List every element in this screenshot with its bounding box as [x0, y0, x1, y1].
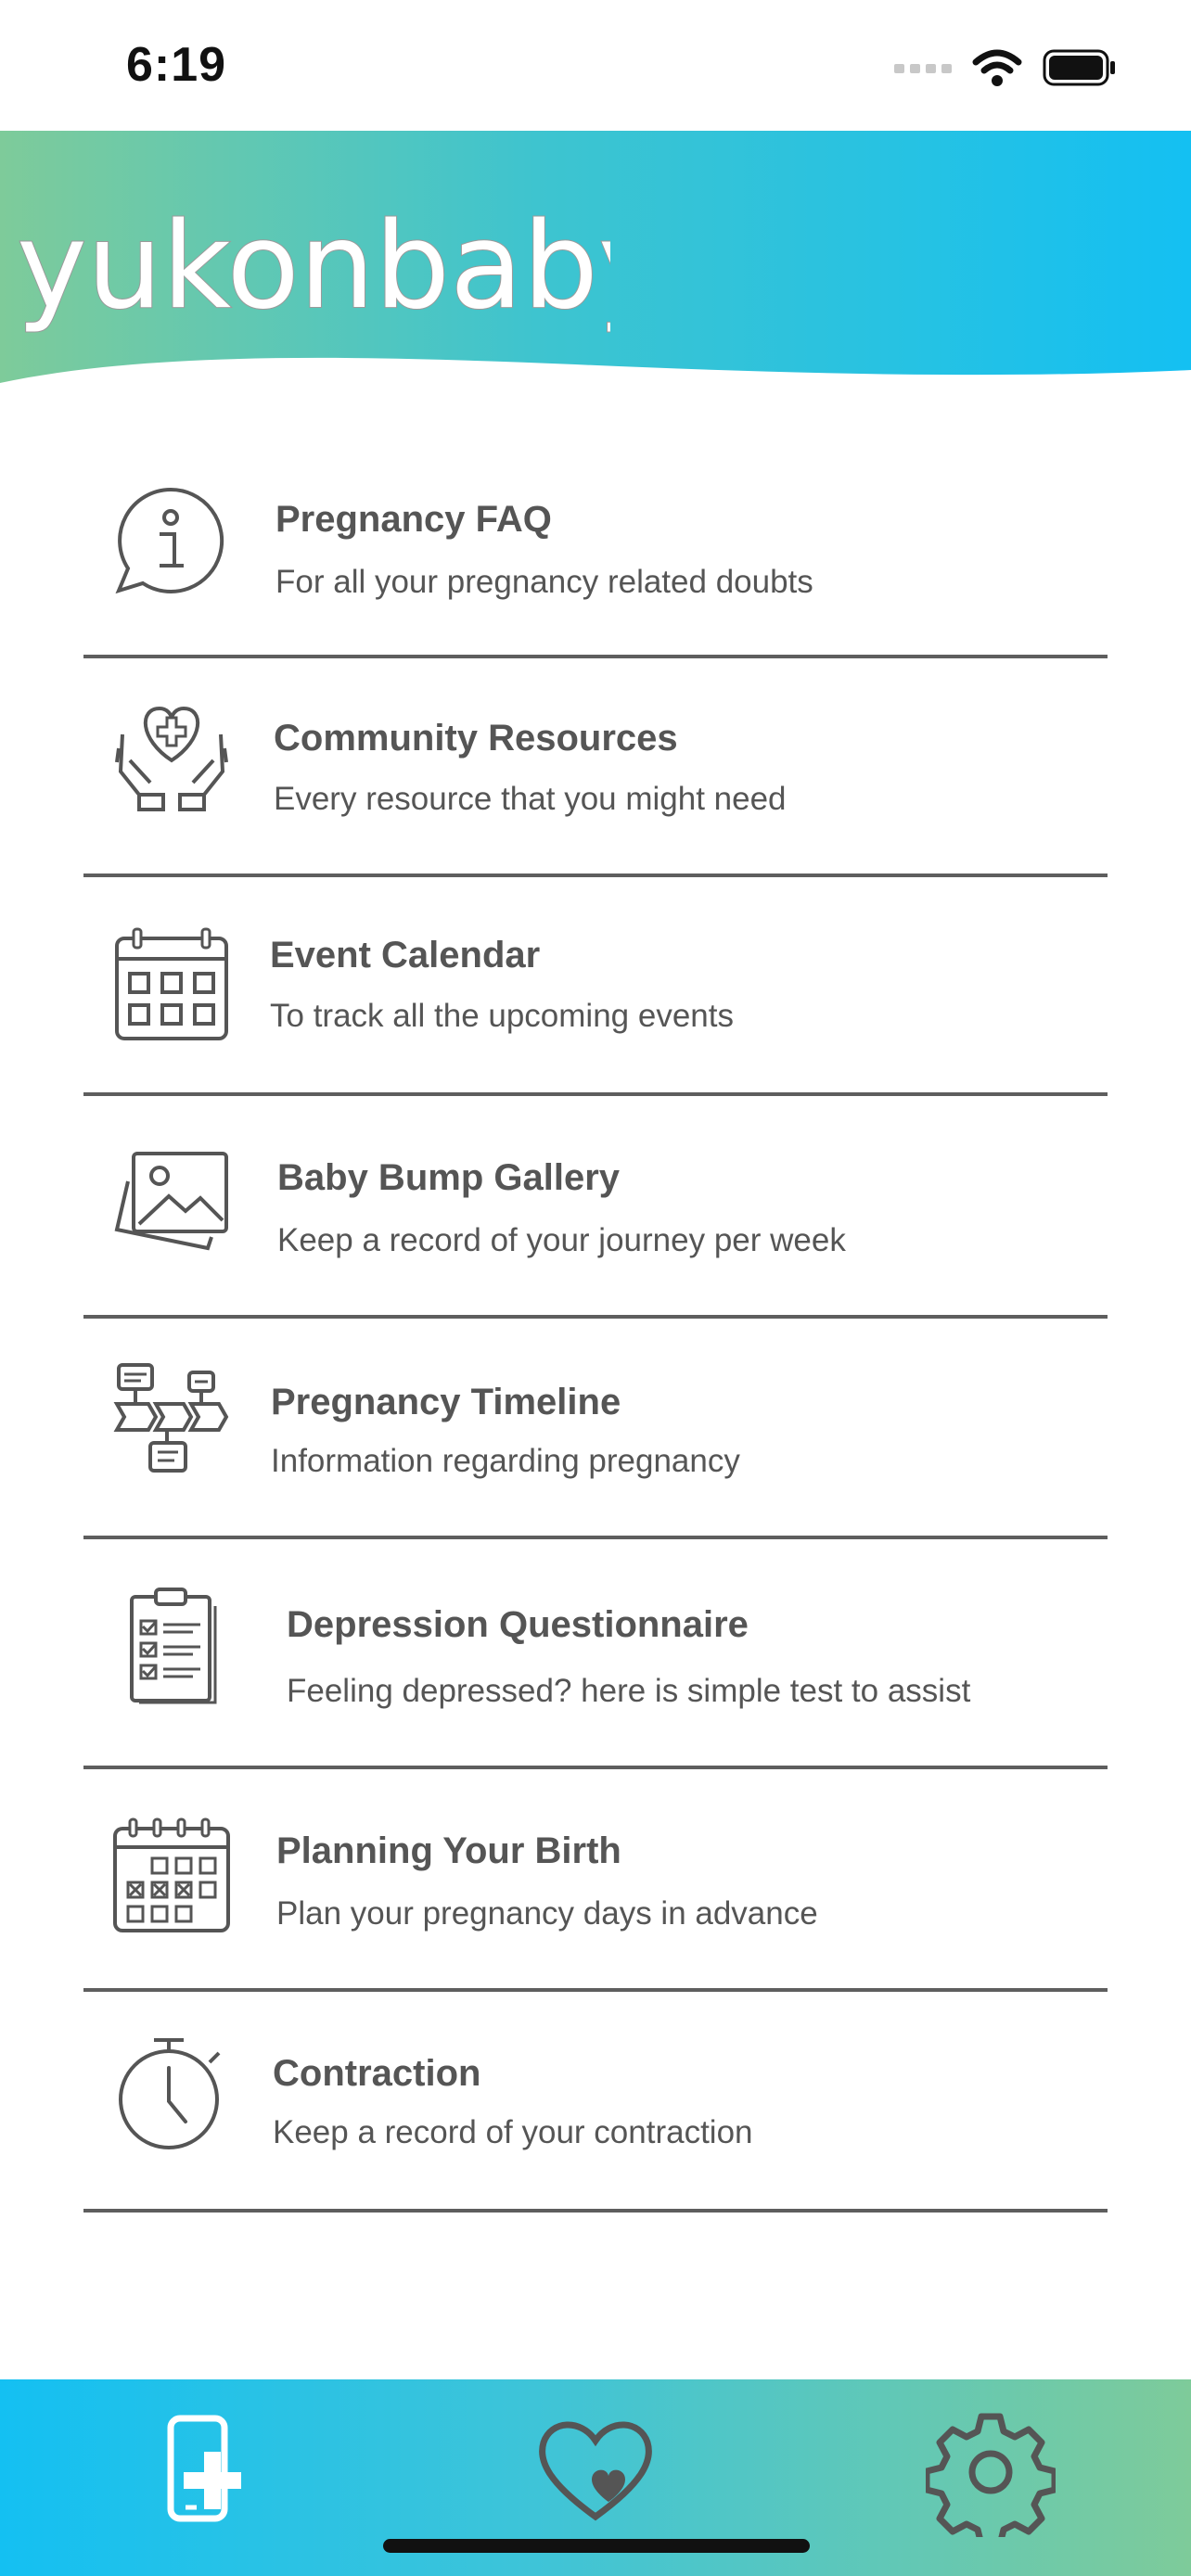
heart-icon	[539, 2421, 652, 2521]
menu-item-pregnancy-timeline[interactable]: Pregnancy Timeline Information regarding…	[83, 1319, 1108, 1539]
settings-icon	[926, 2413, 1056, 2537]
planner-icon	[113, 1817, 230, 1932]
menu-item-pregnancy-faq[interactable]: Pregnancy FAQ For all your pregnancy rel…	[83, 436, 1108, 658]
calendar-icon	[115, 927, 228, 1040]
battery-icon	[1043, 49, 1115, 86]
wifi-icon	[972, 49, 1022, 86]
gallery-icon	[114, 1152, 228, 1251]
home-indicator	[383, 2539, 810, 2553]
menu-item-community-resources[interactable]: Community Resources Every resource that …	[83, 658, 1108, 877]
menu-item-subtitle: For all your pregnancy related doubts	[275, 564, 813, 600]
menu-item-title: Depression Questionnaire	[287, 1604, 749, 1645]
yukonbaby-logo: yukonbaby	[17, 203, 610, 337]
menu-item-title: Baby Bump Gallery	[277, 1157, 621, 1198]
status-icons	[894, 45, 1117, 91]
menu-item-subtitle: Keep a record of your journey per week	[277, 1222, 846, 1258]
stopwatch-icon	[119, 2038, 221, 2149]
menu-item-title: Pregnancy FAQ	[275, 499, 552, 540]
menu-item-title: Contraction	[273, 2053, 481, 2094]
hands-heart-icon	[115, 706, 228, 811]
menu-item-title: Planning Your Birth	[276, 1830, 621, 1871]
menu-item-subtitle: Information regarding pregnancy	[271, 1443, 740, 1479]
menu-item-baby-bump-gallery[interactable]: Baby Bump Gallery Keep a record of your …	[83, 1096, 1108, 1319]
status-bar: 6:19	[0, 0, 1191, 131]
signal-icon	[894, 64, 952, 73]
tab-mobile-health[interactable]	[141, 2407, 271, 2537]
status-time: 6:19	[126, 38, 227, 92]
menu-item-title: Community Resources	[274, 718, 678, 759]
info-chat-icon	[115, 487, 224, 594]
menu-item-planning-your-birth[interactable]: Planning Your Birth Plan your pregnancy …	[83, 1769, 1108, 1992]
tab-settings[interactable]	[926, 2407, 1056, 2537]
menu-item-subtitle: Feeling depressed? here is simple test t…	[287, 1673, 971, 1709]
header-banner: yukonbaby	[0, 131, 1191, 390]
menu-item-contraction[interactable]: Contraction Keep a record of your contra…	[83, 1992, 1108, 2213]
menu-item-subtitle: Every resource that you might need	[274, 781, 787, 817]
menu-item-subtitle: Plan your pregnancy days in advance	[276, 1895, 818, 1932]
tab-favorites[interactable]	[531, 2407, 660, 2537]
checklist-icon	[130, 1588, 217, 1704]
menu-item-subtitle: Keep a record of your contraction	[273, 2114, 753, 2150]
menu-item-title: Event Calendar	[270, 935, 541, 976]
menu-item-title: Pregnancy Timeline	[271, 1382, 621, 1422]
menu-item-event-calendar[interactable]: Event Calendar To track all the upcoming…	[83, 877, 1108, 1096]
menu-item-subtitle: To track all the upcoming events	[270, 998, 734, 1034]
menu-item-depression-questionnaire[interactable]: Depression Questionnaire Feeling depress…	[83, 1539, 1108, 1769]
timeline-icon	[113, 1363, 229, 1473]
mobile-health-icon	[167, 2415, 241, 2522]
logo-text: yukonbaby	[17, 203, 610, 336]
